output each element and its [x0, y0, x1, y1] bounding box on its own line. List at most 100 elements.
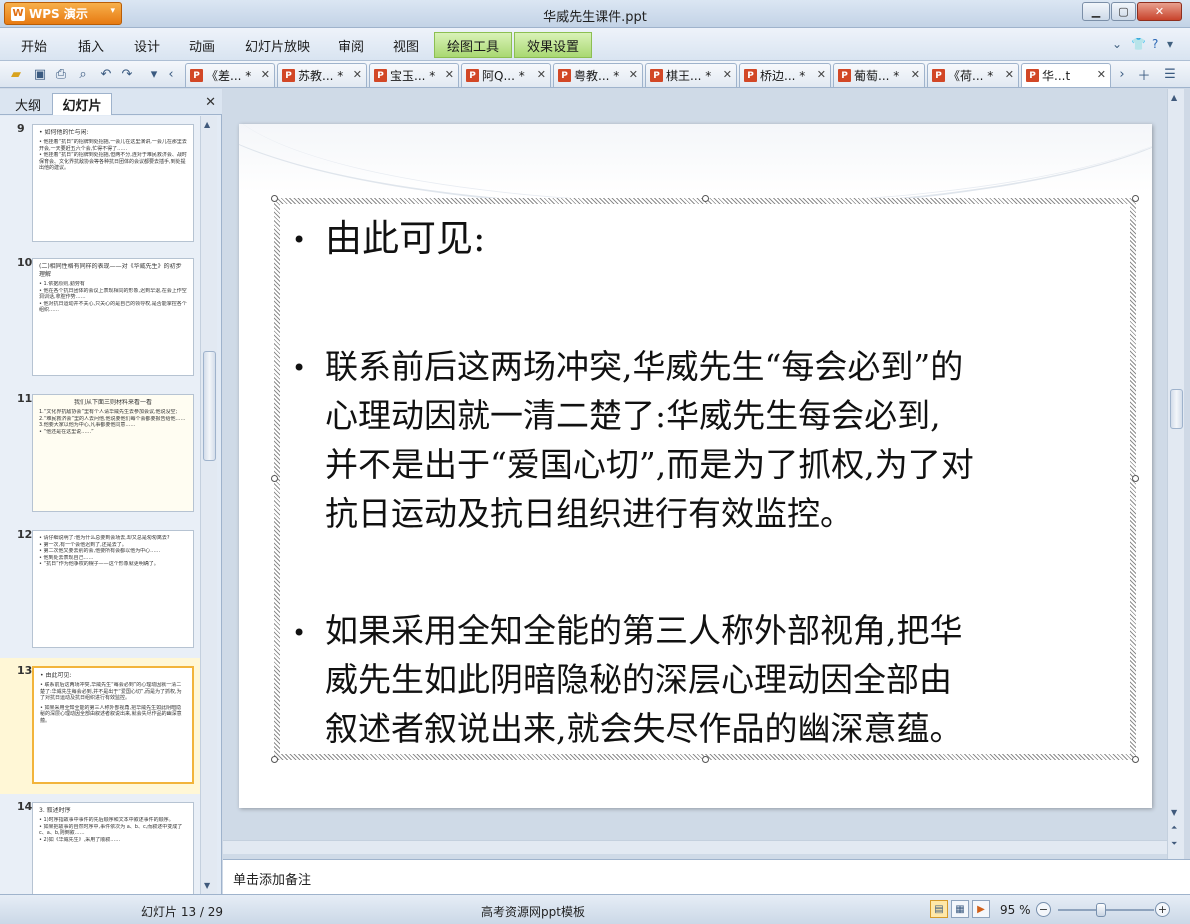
doc-tab[interactable]: P 阿Q... * ✕ — [461, 63, 551, 87]
slide-thumbnail[interactable]: • 如何他的忙与闲: • 他挂着“抗日”的招牌到处招摇,一会儿在这里演讲,一会儿… — [32, 124, 194, 242]
tabs-scroll-left-icon[interactable]: ‹ — [163, 66, 179, 82]
slide-counter: 幻灯片 13 / 29 — [141, 905, 224, 919]
tabs-scroll-right-icon[interactable]: › — [1114, 66, 1130, 82]
tab-list-icon[interactable]: ☰ — [1162, 66, 1178, 82]
thumbnail-item[interactable]: 9 • 如何他的忙与闲: • 他挂着“抗日”的招牌到处招摇,一会儿在这里演讲,一… — [0, 116, 200, 250]
tab-slides[interactable]: 幻灯片 — [52, 93, 112, 115]
close-tab-icon[interactable]: ✕ — [537, 68, 546, 81]
scroll-up-arrow-icon[interactable]: ▲ — [1171, 93, 1177, 102]
resize-handle[interactable] — [271, 195, 278, 202]
menu-home[interactable]: 开始 — [21, 36, 47, 55]
resize-handle[interactable] — [1132, 756, 1139, 763]
bullet-text[interactable]: 由此可见: — [325, 216, 485, 262]
minimize-button[interactable]: ▁ — [1082, 2, 1110, 21]
slide-thumbnail[interactable]: (二)相同性格有同样的表现——对《华威先生》的初步理解 • 1.依据原则,勤劳有… — [32, 258, 194, 376]
save-icon[interactable]: ▣ — [32, 66, 48, 82]
scroll-down-arrow-icon[interactable]: ▼ — [204, 881, 210, 890]
scrollbar-thumb[interactable] — [203, 351, 216, 461]
scroll-up-arrow-icon[interactable]: ▲ — [204, 120, 210, 129]
menu-design[interactable]: 设计 — [134, 36, 160, 55]
close-tab-icon[interactable]: ✕ — [723, 68, 732, 81]
slide-thumbnail[interactable]: 我们从下面三则材料来看一看 1.“文化界抗敌协会”里有个人请华威先生去参加会议,… — [32, 394, 194, 512]
print-icon[interactable]: ⎙ — [53, 66, 69, 82]
tab-drawing-tools[interactable]: 绘图工具 — [434, 32, 512, 58]
thumbnail-item[interactable]: 12 • 请仔细说明了:他为什么总要到会场去,却又总是匆匆离去? • 第一次,有… — [0, 522, 200, 658]
menu-view[interactable]: 视图 — [393, 36, 419, 55]
resize-handle[interactable] — [271, 756, 278, 763]
doc-tab[interactable]: P 棋王... * ✕ — [645, 63, 737, 87]
horizontal-scrollbar[interactable] — [223, 840, 1167, 854]
new-tab-icon[interactable]: ＋ — [1136, 66, 1152, 84]
resize-handle[interactable] — [271, 475, 278, 482]
resize-handle[interactable] — [1132, 475, 1139, 482]
thumb-text: • 由此可见: — [40, 672, 72, 679]
zoom-in-button[interactable]: + — [1155, 902, 1170, 917]
doc-tab[interactable]: P 宝玉... * ✕ — [369, 63, 459, 87]
print-preview-icon[interactable]: ⌕ — [75, 66, 91, 82]
resize-handle[interactable] — [702, 195, 709, 202]
thumbnail-item-selected[interactable]: 13 • 由此可见: • 联系前后这两场冲突,华威先生“每会必到”的心理动因就一… — [0, 658, 200, 794]
editor-scrollbar[interactable]: ▲ ▼ ⏶ ⏷ — [1167, 89, 1184, 859]
close-tab-icon[interactable]: ✕ — [629, 68, 638, 81]
slide-thumbnail[interactable]: • 请仔细说明了:他为什么总要到会场去,却又总是匆匆离去? • 第一次,有一个会… — [32, 530, 194, 648]
slide-number: 9 — [17, 122, 25, 135]
scroll-down-arrow-icon[interactable]: ▼ — [1171, 808, 1177, 817]
slide-canvas[interactable]: • 由此可见: • 联系前后这两场冲突,华威先生“每会必到”的 心理动因就一清二… — [239, 124, 1152, 808]
close-tab-icon[interactable]: ✕ — [1097, 68, 1106, 81]
scrollbar-thumb[interactable] — [1170, 389, 1183, 429]
close-window-button[interactable]: ✕ — [1137, 2, 1182, 21]
zoom-out-button[interactable]: − — [1036, 902, 1051, 917]
zoom-slider-knob[interactable] — [1096, 903, 1106, 917]
tab-outline[interactable]: 大纲 — [6, 93, 50, 115]
customize-toolbar-icon[interactable]: ▾ — [146, 66, 162, 82]
close-tab-icon[interactable]: ✕ — [261, 68, 270, 81]
menu-insert[interactable]: 插入 — [78, 36, 104, 55]
maximize-button[interactable]: ▢ — [1111, 2, 1136, 21]
text-box-content[interactable]: • 由此可见: • 联系前后这两场冲突,华威先生“每会必到”的 心理动因就一清二… — [280, 204, 1130, 754]
skin-shirt-icon[interactable]: 👕 — [1131, 37, 1146, 51]
slide-thumbnail[interactable]: 3. 叙述时序 • 1)时序指故事中事件的先后顺序和文本中叙述事件的顺序。 • … — [32, 802, 194, 894]
undo-icon[interactable]: ↶ — [98, 66, 114, 82]
notes-pane[interactable]: 单击添加备注 — [223, 859, 1190, 894]
open-folder-icon[interactable]: ▰ — [8, 66, 24, 82]
collapse-ribbon-icon[interactable]: ⌄ — [1112, 37, 1122, 51]
close-tab-icon[interactable]: ✕ — [445, 68, 454, 81]
thumbnail-scrollbar[interactable]: ▲ ▼ — [200, 116, 217, 894]
slide-sorter-view-icon[interactable]: ▦ — [951, 900, 969, 918]
doc-tab[interactable]: P 粤教... * ✕ — [553, 63, 643, 87]
slide-arc-decoration — [239, 124, 1152, 204]
close-tab-icon[interactable]: ✕ — [911, 68, 920, 81]
menu-animation[interactable]: 动画 — [189, 36, 215, 55]
doc-tab[interactable]: P 《差... * ✕ — [185, 63, 275, 87]
resize-handle[interactable] — [1132, 195, 1139, 202]
tab-effect-settings[interactable]: 效果设置 — [514, 32, 592, 58]
close-panel-icon[interactable]: ✕ — [205, 95, 216, 110]
menu-slideshow[interactable]: 幻灯片放映 — [245, 36, 310, 55]
notes-placeholder[interactable]: 单击添加备注 — [233, 869, 311, 888]
thumbnail-item[interactable]: 14 3. 叙述时序 • 1)时序指故事中事件的先后顺序和文本中叙述事件的顺序。… — [0, 794, 200, 894]
thumbnail-item[interactable]: 10 (二)相同性格有同样的表现——对《华威先生》的初步理解 • 1.依据原则,… — [0, 250, 200, 386]
normal-view-icon[interactable]: ▤ — [930, 900, 948, 918]
previous-slide-icon[interactable]: ⏶ — [1171, 823, 1177, 833]
doc-tab[interactable]: P 苏教... * ✕ — [277, 63, 367, 87]
menu-review[interactable]: 审阅 — [338, 36, 364, 55]
slideshow-play-icon[interactable]: ▶ — [972, 900, 990, 918]
close-tab-icon[interactable]: ✕ — [1005, 68, 1014, 81]
close-tab-icon[interactable]: ✕ — [817, 68, 826, 81]
help-icon[interactable]: ? — [1152, 37, 1158, 51]
bullet-text[interactable]: 联系前后这两场冲突,华威先生“每会必到”的 心理动因就一清二楚了:华威先生每会必… — [325, 342, 974, 538]
redo-icon[interactable]: ↷ — [119, 66, 135, 82]
zoom-slider-track[interactable] — [1058, 909, 1154, 911]
close-tab-icon[interactable]: ✕ — [353, 68, 362, 81]
doc-tab-active[interactable]: P 华...t ✕ — [1021, 63, 1111, 87]
next-slide-icon[interactable]: ⏷ — [1171, 839, 1177, 849]
selected-text-box[interactable]: • 由此可见: • 联系前后这两场冲突,华威先生“每会必到”的 心理动因就一清二… — [274, 198, 1136, 760]
thumbnail-item[interactable]: 11 我们从下面三则材料来看一看 1.“文化界抗敌协会”里有个人请华威先生去参加… — [0, 386, 200, 522]
doc-tab[interactable]: P 桥边... * ✕ — [739, 63, 831, 87]
doc-tab[interactable]: P 《荷... * ✕ — [927, 63, 1019, 87]
help-dropdown-icon[interactable]: ▾ — [1167, 37, 1173, 51]
slide-thumbnail[interactable]: • 由此可见: • 联系前后这两场冲突,华威先生“每会必到”的心理动因就一清二楚… — [32, 666, 194, 784]
bullet-text[interactable]: 如果采用全知全能的第三人称外部视角,把华 威先生如此阴暗隐秘的深层心理动因全部由… — [325, 606, 963, 753]
resize-handle[interactable] — [702, 756, 709, 763]
doc-tab[interactable]: P 葡萄... * ✕ — [833, 63, 925, 87]
